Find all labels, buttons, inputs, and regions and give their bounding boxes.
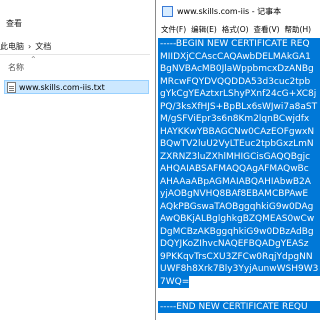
- file-explorer-window: 查看 此电脑 › 文档 ⌃ 名称 www.skills.com-iis.txt: [0, 0, 150, 320]
- text-line: DQYJKoZIhvcNAQEFBQADgYEASz: [158, 238, 320, 251]
- text-line: M/gSFViEpr3s6n8Km2lqnBCwjdfx: [158, 113, 320, 126]
- menu-help[interactable]: 帮助(H): [285, 24, 312, 35]
- text-line: PQ/3ksXfHJS+BpBLx6sWJwi7a8aST: [158, 100, 320, 113]
- file-list-item[interactable]: www.skills.com-iis.txt: [4, 80, 149, 94]
- text-editor-area[interactable]: -----BEGIN NEW CERTIFICATE REQ MIIDXjCCA…: [158, 38, 320, 320]
- breadcrumb-separator: ›: [28, 41, 32, 51]
- menu-bar: 文件(F) 编辑(E) 格式(O) 查看(V) 帮助(H): [156, 22, 320, 36]
- window-title: www.skills.com-iis - 记事本: [177, 6, 282, 16]
- text-line-empty: [158, 288, 320, 301]
- text-line: AQkPBGswaTAOBggqhkiG9w0DAg: [158, 200, 320, 213]
- text-line: BgNVBAcMB0JlaWppbmcxDzANBg: [158, 63, 320, 76]
- text-line: MIIDXjCCAscCAQAwbDELMAkGA1: [158, 50, 320, 63]
- ribbon-tab-view[interactable]: 查看: [6, 18, 22, 29]
- column-header-name[interactable]: 名称: [8, 62, 24, 73]
- notepad-window: www.skills.com-iis - 记事本 文件(F) 编辑(E) 格式(…: [155, 0, 320, 320]
- text-line: 7WQ=: [158, 275, 190, 288]
- text-line: yjAOBgNVHQ8BAf8EBAMCBPAwE: [158, 188, 320, 201]
- text-line: gYkCgYEAztxrLShyPXnf24cG+XC8j: [158, 88, 320, 101]
- text-line: HAYKKwYBBAGCNw0CAzEOFgwxN: [158, 125, 320, 138]
- menu-edit[interactable]: 编辑(E): [191, 24, 217, 35]
- breadcrumb-item-documents[interactable]: 文档: [35, 41, 51, 52]
- notepad-titlebar[interactable]: www.skills.com-iis - 记事本: [156, 0, 320, 22]
- sort-chevron-icon: ⌃: [30, 55, 37, 64]
- file-name: www.skills.com-iis.txt: [19, 82, 105, 92]
- breadcrumb[interactable]: 此电脑 › 文档: [0, 40, 55, 52]
- divider: [0, 54, 150, 55]
- menu-view[interactable]: 查看(V): [254, 24, 280, 35]
- text-line: ZXRNZ3luZXhlMHIGCisGAQQBgjc: [158, 150, 320, 163]
- text-line: AHAAaABpAGMAIABQAHIAbwB2A: [158, 175, 320, 188]
- text-line: BQwTV2luU2VyLTEuc2tpbGxzLmN: [158, 138, 320, 151]
- text-line: UWF8h8Xrk7Bly3YyjAunwWSH9W3: [158, 263, 320, 276]
- breadcrumb-item-this-pc[interactable]: 此电脑: [0, 41, 24, 52]
- menu-file[interactable]: 文件(F): [161, 24, 186, 35]
- text-line: DgMCBzAKBggqhkiG9w0DBzAdBg: [158, 225, 320, 238]
- text-line: AHQAIABSAFMAQQAgAFMAQwBc: [158, 163, 320, 176]
- text-file-icon: [7, 81, 16, 93]
- text-line: MRcwFQYDVQQDDA53d3cuc2tpb: [158, 75, 320, 88]
- text-line: 9PKKqvTrsCXU3ZFCw0RqjYdpgNN: [158, 250, 320, 263]
- text-line: -----BEGIN NEW CERTIFICATE REQ: [158, 38, 320, 51]
- menu-format[interactable]: 格式(O): [222, 24, 249, 35]
- text-line: AwQBKjALBglghkgBZQMEAS0wCw: [158, 213, 320, 226]
- notepad-icon: [162, 5, 173, 17]
- text-line: -----END NEW CERTIFICATE REQU: [158, 300, 320, 313]
